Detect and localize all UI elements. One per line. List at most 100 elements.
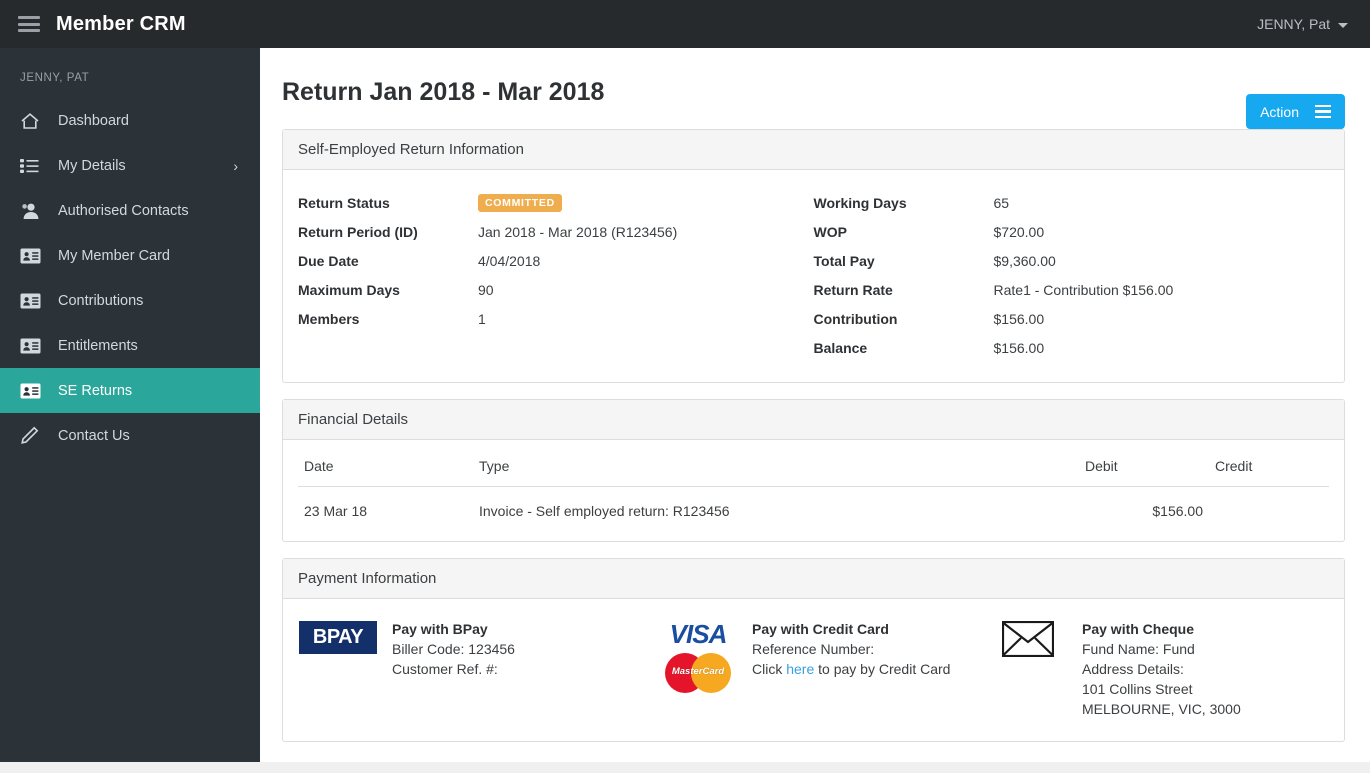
id-card-icon <box>20 381 46 401</box>
person-icon <box>20 201 46 221</box>
info-value: Jan 2018 - Mar 2018 (R123456) <box>478 223 678 240</box>
pencil-icon <box>20 426 46 446</box>
cheque-logo <box>988 619 1068 719</box>
table-cell-debit: $156.00 <box>1152 503 1203 519</box>
user-menu-label: JENNY, Pat <box>1257 16 1330 32</box>
payment-information-panel: Payment Information BPAY Pay with BPay B… <box>282 558 1345 742</box>
credit-card-pay-line: Click here to pay by Credit Card <box>752 659 950 679</box>
envelope-icon <box>1001 620 1055 662</box>
info-row: Total Pay $9,360.00 <box>814 246 1330 275</box>
chevron-down-icon <box>1338 22 1348 28</box>
credit-card-logos: VISA MasterCard <box>658 619 738 719</box>
main-content: Return Jan 2018 - Mar 2018 Action Self-E… <box>260 48 1370 773</box>
cheque-address-label: Address Details: <box>1082 661 1184 677</box>
info-value: $156.00 <box>993 339 1045 356</box>
status-badge: COMMITTED <box>478 194 562 212</box>
info-value: Rate1 - Contribution $156.00 <box>993 281 1174 298</box>
pay-by-credit-card-link[interactable]: here <box>786 661 814 677</box>
sidebar-user-label: JENNY, PAT <box>20 72 90 84</box>
bpay-title: Pay with BPay <box>392 621 488 637</box>
return-info-panel-title: Self-Employed Return Information <box>283 130 1344 170</box>
return-info-left-column: Return Status COMMITTED Return Period (ID)… <box>298 188 814 362</box>
info-label: Return Period (ID) <box>298 223 418 240</box>
footer-strip <box>0 762 1370 773</box>
info-value: 1 <box>478 310 486 327</box>
action-button[interactable]: Action <box>1246 94 1345 129</box>
table-column-header: Type <box>473 450 1079 487</box>
info-label: Balance <box>813 339 868 356</box>
credit-card-details: Pay with Credit Card Reference Number: C… <box>752 619 950 719</box>
home-icon <box>20 111 46 131</box>
cheque-address-city: MELBOURNE, VIC, 3000 <box>1082 701 1241 717</box>
id-card-icon <box>20 291 46 311</box>
payment-information-panel-title: Payment Information <box>283 559 1344 599</box>
sidebar-item-label: Entitlements <box>58 337 138 354</box>
table-column-header: Date <box>298 450 473 487</box>
info-value: $156.00 <box>993 310 1045 327</box>
payment-method-cheque: Pay with Cheque Fund Name: Fund Address … <box>988 619 1318 719</box>
info-label: Total Pay <box>813 252 875 269</box>
credit-card-reference-number: Reference Number: <box>752 641 875 657</box>
table-cell-date: 23 Mar 18 <box>304 503 368 519</box>
info-label: Maximum Days <box>298 281 400 298</box>
sidebar: JENNY, PAT Dashboard My Details › Authorise… <box>0 48 260 762</box>
menu-bars-icon <box>1315 104 1331 119</box>
sidebar-item-my-details[interactable]: My Details › <box>0 143 260 188</box>
info-row: Balance $156.00 <box>814 333 1330 362</box>
info-label: Contribution <box>813 310 898 327</box>
table-cell-credit <box>1209 487 1329 534</box>
info-row: Maximum Days 90 <box>298 275 814 304</box>
info-label: Return Status <box>298 194 390 211</box>
sidebar-item-dashboard[interactable]: Dashboard <box>0 98 260 143</box>
info-row: Return Status COMMITTED <box>298 188 814 217</box>
page-root: Member CRM JENNY, Pat JENNY, PAT Dashboa… <box>0 0 1370 773</box>
bpay-logo: BPAY <box>298 619 378 719</box>
user-menu[interactable]: JENNY, Pat <box>1257 16 1348 32</box>
info-label: Return Rate <box>813 281 893 298</box>
table-body: 23 Mar 18 Invoice - Self employed return:… <box>298 487 1329 534</box>
payment-information-panel-body: BPAY Pay with BPay Biller Code: 123456 C… <box>283 599 1344 741</box>
sidebar-item-label: My Details <box>58 157 126 174</box>
info-row: Return Period (ID) Jan 2018 - Mar 2018 (R… <box>298 217 814 246</box>
info-row: Due Date 4/04/2018 <box>298 246 814 275</box>
cheque-address-street: 101 Collins Street <box>1082 681 1193 697</box>
financial-details-table: Date Type Debit Credit 23 Mar 18 Invoice - S… <box>298 450 1329 533</box>
mastercard-logo-text: MasterCard <box>671 666 725 677</box>
bpay-biller-code: Biller Code: 123456 <box>392 641 515 657</box>
sidebar-item-se-returns[interactable]: SE Returns <box>0 368 260 413</box>
sidebar-item-contributions[interactable]: Contributions <box>0 278 260 323</box>
sidebar-item-label: Contributions <box>58 292 144 309</box>
credit-card-click-suffix: to pay by Credit Card <box>814 661 951 677</box>
info-row: Members 1 <box>298 304 814 333</box>
info-value: COMMITTED <box>478 193 562 212</box>
financial-details-panel-body: Date Type Debit Credit 23 Mar 18 Invoice - S… <box>283 440 1344 541</box>
info-label: WOP <box>813 223 847 240</box>
info-label: Working Days <box>813 194 907 211</box>
sidebar-item-my-member-card[interactable]: My Member Card <box>0 233 260 278</box>
visa-logo: VISA <box>669 619 728 649</box>
page-title: Return Jan 2018 - Mar 2018 <box>282 78 605 106</box>
return-info-right-column: Working Days 65 WOP $720.00 Total Pay $9,360.… <box>814 188 1330 362</box>
hamburger-icon[interactable] <box>18 16 40 32</box>
credit-card-click-prefix: Click <box>752 661 787 677</box>
info-row: Working Days 65 <box>814 188 1330 217</box>
info-label: Members <box>298 310 360 327</box>
sidebar-item-contact-us[interactable]: Contact Us <box>0 413 260 458</box>
cheque-title: Pay with Cheque <box>1082 621 1195 637</box>
sidebar-nav: Dashboard My Details › Authorised Contacts M… <box>0 98 260 458</box>
payment-method-bpay: BPAY Pay with BPay Biller Code: 123456 C… <box>298 619 658 719</box>
sidebar-item-label: Authorised Contacts <box>58 202 189 219</box>
table-row: 23 Mar 18 Invoice - Self employed return:… <box>298 487 1329 534</box>
sidebar-item-entitlements[interactable]: Entitlements <box>0 323 260 368</box>
return-info-panel-body: Return Status COMMITTED Return Period (ID)… <box>283 170 1344 382</box>
sidebar-item-label: Contact Us <box>58 427 130 444</box>
table-cell-type: Invoice - Self employed return: R123456 <box>479 503 730 519</box>
info-row: WOP $720.00 <box>814 217 1330 246</box>
list-icon <box>20 156 46 176</box>
info-row: Return Rate Rate1 - Contribution $156.00 <box>814 275 1330 304</box>
info-row: Contribution $156.00 <box>814 304 1330 333</box>
bpay-details: Pay with BPay Biller Code: 123456 Custom… <box>392 619 515 719</box>
sidebar-item-authorised-contacts[interactable]: Authorised Contacts <box>0 188 260 233</box>
sidebar-item-label: My Member Card <box>58 247 170 264</box>
info-value: $720.00 <box>993 223 1045 240</box>
